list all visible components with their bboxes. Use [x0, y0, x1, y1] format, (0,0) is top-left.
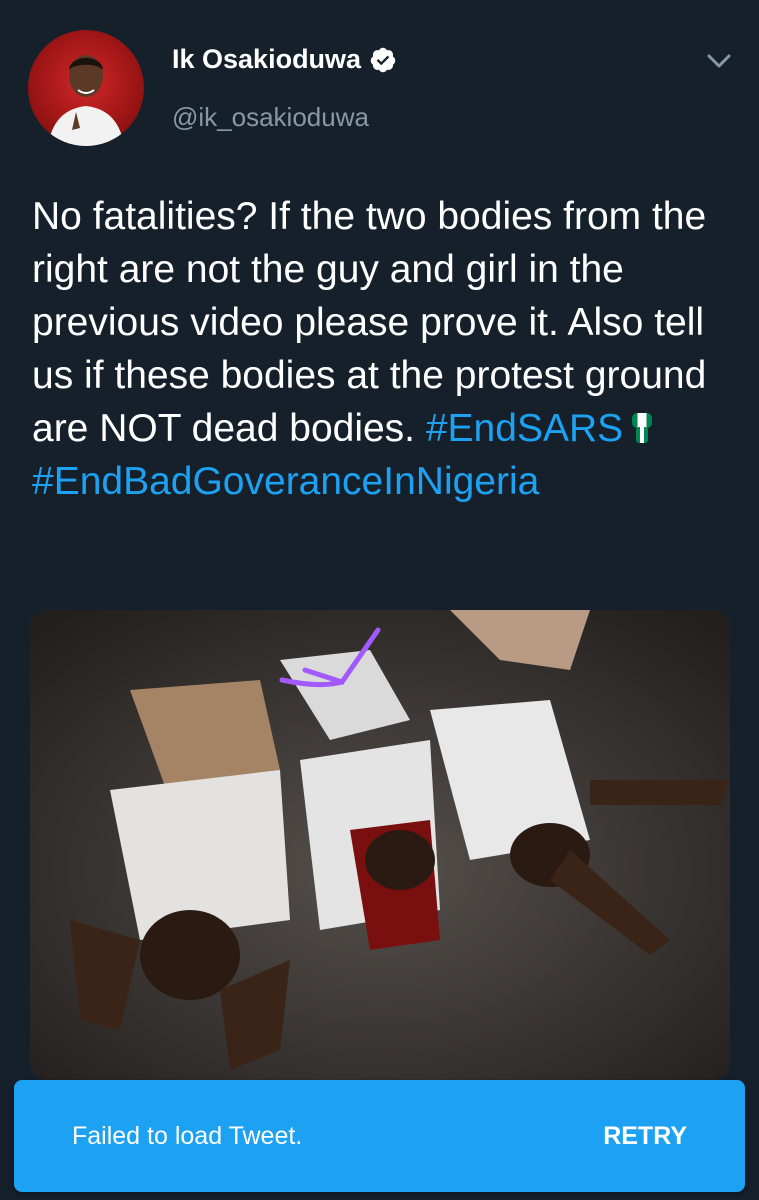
hashtag-endsars[interactable]: #EndSARS	[426, 407, 623, 450]
author-name-text: Ik Osakioduwa	[172, 44, 362, 74]
media-photo	[30, 610, 730, 1080]
verified-badge-icon	[370, 47, 396, 72]
tweet-media-photo[interactable]	[30, 610, 730, 1080]
avatar[interactable]	[28, 30, 144, 146]
tweet-body: No fatalities? If the two bodies from th…	[32, 195, 728, 450]
tweet-text: No fatalities? If the two bodies from th…	[32, 190, 732, 508]
author-handle[interactable]: @ik_osakioduwa	[172, 102, 369, 133]
toast-message: Failed to load Tweet.	[72, 1121, 303, 1150]
avatar-image	[48, 55, 124, 146]
hashtag-endbadgovernance[interactable]: #EndBadGoveranceInNigeria	[32, 460, 539, 503]
chevron-down-icon[interactable]	[704, 46, 734, 76]
author-name[interactable]: Ik Osakioduwa	[172, 44, 397, 75]
raised-fist-icon	[632, 413, 653, 443]
tweet-card: Ik Osakioduwa @ik_osakioduwa No fataliti…	[0, 0, 759, 1200]
error-toast: Failed to load Tweet. RETRY	[14, 1080, 745, 1192]
retry-button[interactable]: RETRY	[603, 1122, 687, 1151]
